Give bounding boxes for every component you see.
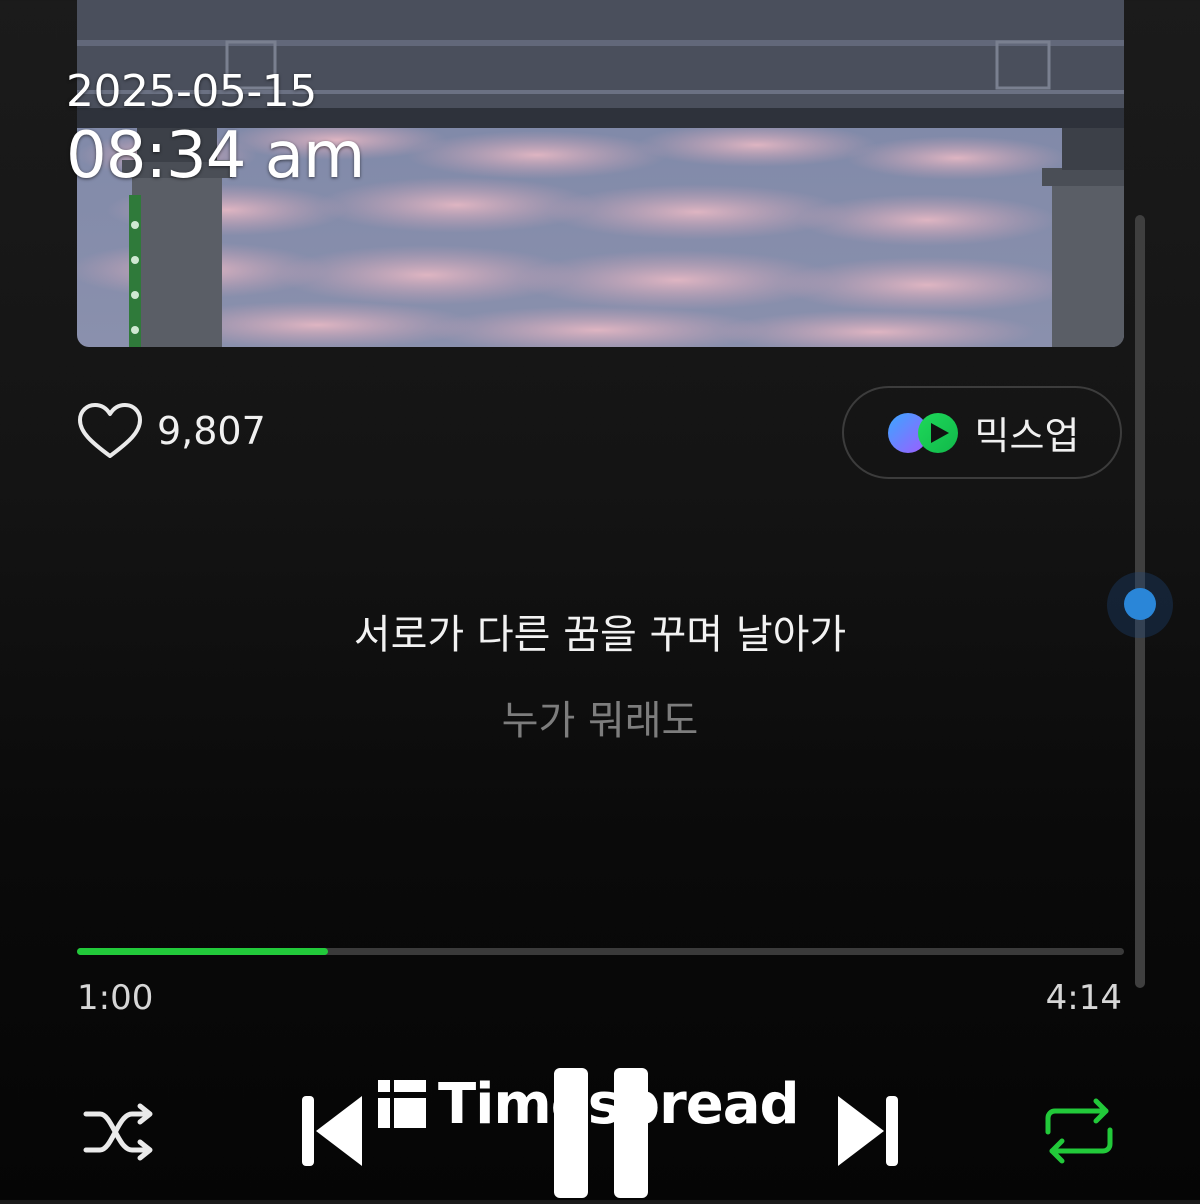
lyric-current-line[interactable]: 서로가 다른 꿈을 꾸며 날아가	[0, 602, 1200, 660]
next-button[interactable]	[834, 1092, 900, 1174]
timestamp-overlay: 2025-05-15 08:34 am	[66, 66, 365, 194]
skip-previous-icon	[302, 1096, 362, 1166]
shuffle-icon	[83, 1103, 153, 1161]
skip-next-icon	[838, 1096, 898, 1166]
repeat-button[interactable]	[1042, 1098, 1116, 1168]
progress-fill	[77, 948, 329, 955]
previous-button[interactable]	[300, 1092, 366, 1174]
mixup-label: 믹스업	[974, 414, 1080, 458]
watermark: Timespread	[376, 1072, 800, 1137]
total-time: 4:14	[1045, 978, 1122, 1018]
like-count: 9,807	[157, 409, 266, 453]
like-button[interactable]: 9,807	[77, 402, 266, 460]
mixup-button[interactable]: 믹스업	[842, 386, 1122, 479]
watermark-text: Timespread	[438, 1072, 800, 1137]
date-label: 2025-05-15	[66, 66, 317, 117]
mixup-logo-icon	[887, 412, 958, 453]
time-label: 08:34 am	[66, 119, 365, 193]
scroll-thumb[interactable]	[1124, 588, 1156, 620]
lyric-next-line[interactable]: 누가 뭐래도	[0, 688, 1200, 746]
current-time: 1:00	[77, 978, 154, 1018]
watermark-logo-icon	[378, 1079, 426, 1128]
progress-bar[interactable]	[77, 948, 1124, 955]
repeat-icon	[1045, 1098, 1113, 1164]
shuffle-button[interactable]	[82, 1100, 158, 1168]
heart-icon	[78, 403, 142, 458]
